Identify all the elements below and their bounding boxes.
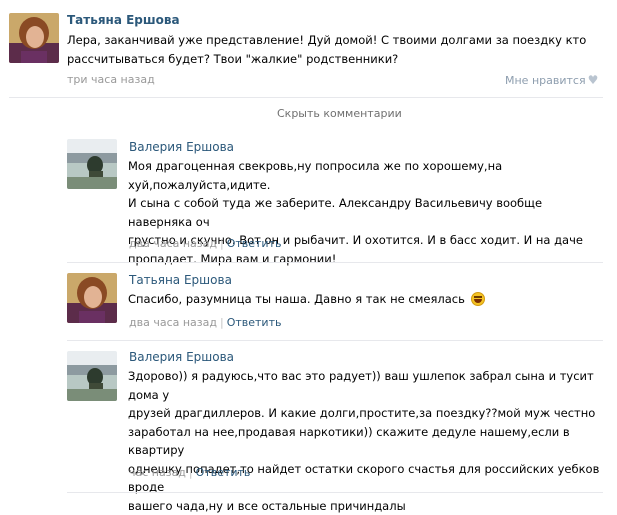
reply-text-line: пропадает. Мира вам и гармонии! (128, 250, 608, 269)
reply-text-line: вашего чада,ну и все остальные причиндал… (128, 497, 608, 515)
heart-icon: ♥ (588, 73, 599, 87)
reply-button[interactable]: Ответить (227, 237, 282, 250)
reply-author[interactable]: Татьяна Ершова (129, 273, 232, 287)
reply-time[interactable]: час назад (129, 466, 186, 479)
reply-meta: час назад|Ответить (129, 466, 250, 479)
meta-separator: | (220, 316, 224, 329)
comment-text: Лера, заканчивай уже представление! Дуй … (67, 31, 587, 68)
avatar-photo (67, 273, 117, 323)
reply-text-line: И сына с собой туда же заберите. Алексан… (128, 194, 608, 231)
reply-author[interactable]: Валерия Ершова (129, 140, 234, 154)
avatar-valeria[interactable] (67, 139, 117, 189)
avatar-photo (67, 351, 117, 401)
divider (67, 262, 603, 263)
avatar-photo (67, 139, 117, 189)
comment-time[interactable]: три часа назад (67, 73, 155, 86)
comment-text-line: Лера, заканчивай уже представление! Дуй … (67, 31, 587, 50)
like-label: Мне нравится (505, 74, 586, 87)
reply-button[interactable]: Ответить (227, 316, 282, 329)
reply-text-content: Спасибо, разумница ты наша. Давно я так … (128, 292, 465, 306)
divider (67, 492, 603, 493)
reply-author[interactable]: Валерия Ершова (129, 350, 234, 364)
reply-meta: два часа назад|Ответить (129, 316, 281, 329)
meta-separator: | (220, 237, 224, 250)
divider (9, 97, 603, 98)
comment-text-line: рассчитываться будет? Твои "жалкие" родс… (67, 50, 587, 69)
avatar-valeria[interactable] (67, 351, 117, 401)
avatar-tatyana[interactable] (67, 273, 117, 323)
divider (67, 340, 603, 341)
reply-meta: два часа назад|Ответить (129, 237, 281, 250)
comment-author[interactable]: Татьяна Ершова (67, 13, 180, 27)
reply-text-line: Моя драгоценная свекровь,ну попросила же… (128, 157, 608, 194)
hide-comments-link[interactable]: Скрыть комментарии (277, 107, 402, 120)
reply-text-line: заработал на нее,продавая наркотики)) ск… (128, 423, 608, 460)
reply-text: Моя драгоценная свекровь,ну попросила же… (128, 157, 608, 268)
reply-text-line: друзей драгдиллеров. И какие долги,прост… (128, 404, 608, 423)
like-button[interactable]: Мне нравится♥ (505, 73, 598, 87)
meta-separator: | (189, 466, 193, 479)
avatar-photo (9, 13, 59, 63)
reply-button[interactable]: Ответить (196, 466, 251, 479)
laughing-emoji-icon (471, 292, 485, 306)
reply-text-line: Здорово)) я радуюсь,что вас это радует))… (128, 367, 608, 404)
reply-text: Спасибо, разумница ты наша. Давно я так … (128, 290, 608, 309)
reply-text-line: Спасибо, разумница ты наша. Давно я так … (128, 290, 608, 309)
reply-time[interactable]: два часа назад (129, 316, 217, 329)
avatar-tatyana[interactable] (9, 13, 59, 63)
reply-time[interactable]: два часа назад (129, 237, 217, 250)
